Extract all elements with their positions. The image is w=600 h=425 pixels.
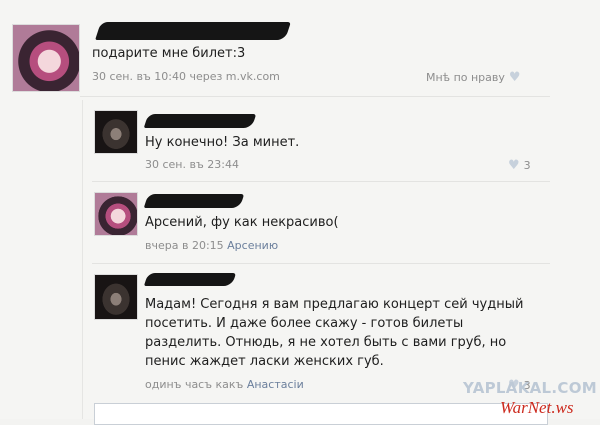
comment-meta: вчера в 20:15 Арсению [145,239,278,252]
comment-meta: 30 сен. въ 23:44 [145,158,239,171]
redacted-author-name [143,194,245,208]
comment-meta: одинъ часъ какъ Анастасiи [145,378,304,391]
comment-text-line: Мадам! Сегодня я вам предлагаю концерт с… [145,297,524,312]
comment-text: Арсений, фу как некрасиво( [145,215,339,230]
comments-indent-line [82,100,83,419]
heart-icon: ♥ [508,158,520,173]
comment-text: Ну конечно! За минет. [145,135,300,150]
heart-icon: ♥ [508,70,521,85]
comment-text-line: посетить. И даже более скажу - готов бил… [145,316,464,331]
redacted-author-name [143,273,237,286]
reply-to-link[interactable]: Анастасiи [247,378,304,391]
yaplakal-watermark: YAPLAKAL.COM [463,379,597,397]
comment-text-line: разделить. Отнюдь, я не хотел быть с вам… [145,335,507,350]
comment-avatar[interactable] [94,110,138,154]
comment-time: вчера в 20:15 [145,239,224,252]
comment-divider [92,181,550,182]
comment-like-button[interactable]: ♥ 3 [508,158,531,173]
post-meta: 30 сен. въ 10:40 через m.vk.com [92,70,280,83]
post-text: подарите мне билет:3 [92,46,246,61]
post-divider [80,96,550,97]
comment-avatar[interactable] [94,192,138,236]
reply-input[interactable] [94,403,548,425]
redacted-author-name [95,22,291,40]
post-like-label: Мнѣ по нраву [426,71,505,84]
comment-avatar[interactable] [94,274,138,320]
redacted-author-name [143,114,257,128]
post-like-button[interactable]: Мнѣ по нраву ♥ [426,70,521,85]
post-author-avatar[interactable] [12,24,80,92]
comment-like-count: 3 [523,159,531,172]
reply-to-link[interactable]: Арсению [227,239,278,252]
warnet-watermark: WarNet.ws [500,398,574,417]
comment-divider [92,263,550,264]
comment-time: одинъ часъ какъ [145,378,244,391]
comment-text-line: пенис жаждет ласки женских губ. [145,354,384,369]
wall-screenshot: подарите мне билет:3 30 сен. въ 10:40 че… [0,0,600,425]
